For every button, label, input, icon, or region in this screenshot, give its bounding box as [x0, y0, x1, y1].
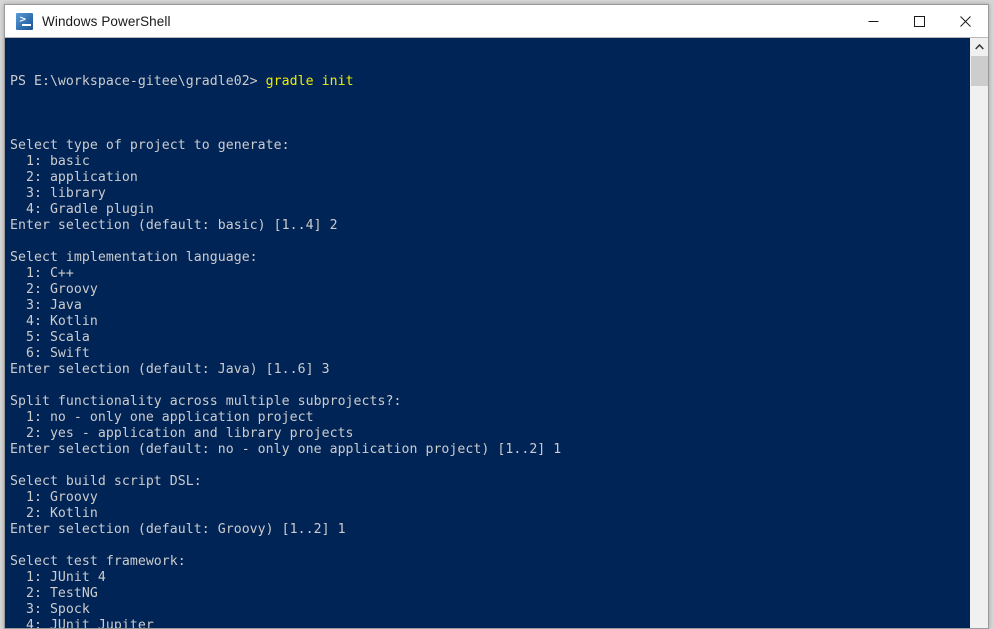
console-line: Enter selection (default: Groovy) [1..2]…: [10, 522, 346, 537]
console-lines: Select type of project to generate: 1: b…: [10, 122, 970, 628]
console-line: 1: JUnit 4: [10, 570, 106, 585]
prompt-text: PS E:\workspace-gitee\gradle02>: [10, 74, 266, 89]
console-line: 1: no - only one application project: [10, 410, 314, 425]
scrollbar-thumb[interactable]: [971, 56, 988, 86]
console-line: Enter selection (default: no - only one …: [10, 442, 562, 457]
console-line: Select build script DSL:: [10, 474, 202, 489]
maximize-icon: [913, 15, 925, 27]
window-controls: [850, 5, 988, 37]
console-line: 1: C++: [10, 266, 74, 281]
powershell-icon: >: [16, 12, 33, 30]
console-line: 3: library: [10, 186, 106, 201]
powershell-window: > Windows PowerShell PS E:\workspace-git…: [4, 4, 989, 629]
console-line: 2: Groovy: [10, 282, 98, 297]
console-line: 3: Spock: [10, 602, 90, 617]
console-line: Select test framework:: [10, 554, 186, 569]
console-line: 2: yes - application and library project…: [10, 426, 354, 441]
console-line: 1: Groovy: [10, 490, 98, 505]
command-text: gradle init: [265, 74, 354, 89]
terminal-area: PS E:\workspace-gitee\gradle02> gradle i…: [5, 37, 988, 628]
close-button[interactable]: [942, 5, 988, 37]
prompt-line: PS E:\workspace-gitee\gradle02> gradle i…: [10, 74, 970, 90]
chevron-up-icon: [975, 43, 984, 50]
title-bar[interactable]: > Windows PowerShell: [5, 5, 988, 37]
console-line: 2: TestNG: [10, 586, 98, 601]
console-line: 2: Kotlin: [10, 506, 98, 521]
console-line: 4: Gradle plugin: [10, 202, 154, 217]
console-line: 4: Kotlin: [10, 314, 98, 329]
vertical-scrollbar[interactable]: [970, 38, 988, 628]
console-line: 3: Java: [10, 298, 82, 313]
minimize-button[interactable]: [850, 5, 896, 37]
console-line: Select implementation language:: [10, 250, 258, 265]
console-line: Select type of project to generate:: [10, 138, 290, 153]
console-line: 1: basic: [10, 154, 90, 169]
console-line: Enter selection (default: Java) [1..6] 3: [10, 362, 330, 377]
console-line: 5: Scala: [10, 330, 90, 345]
console-line: Enter selection (default: basic) [1..4] …: [10, 218, 338, 233]
window-title: Windows PowerShell: [42, 13, 171, 29]
console-line: 2: application: [10, 170, 138, 185]
console-line: Split functionality across multiple subp…: [10, 394, 402, 409]
console-line: 4: JUnit Jupiter: [10, 618, 154, 628]
console-line: 6: Swift: [10, 346, 90, 361]
scroll-up-button[interactable]: [971, 38, 988, 55]
minimize-icon: [868, 20, 878, 22]
close-icon: [959, 15, 971, 27]
maximize-button[interactable]: [896, 5, 942, 37]
console-output[interactable]: PS E:\workspace-gitee\gradle02> gradle i…: [5, 38, 970, 628]
scrollbar-track[interactable]: [971, 86, 988, 628]
